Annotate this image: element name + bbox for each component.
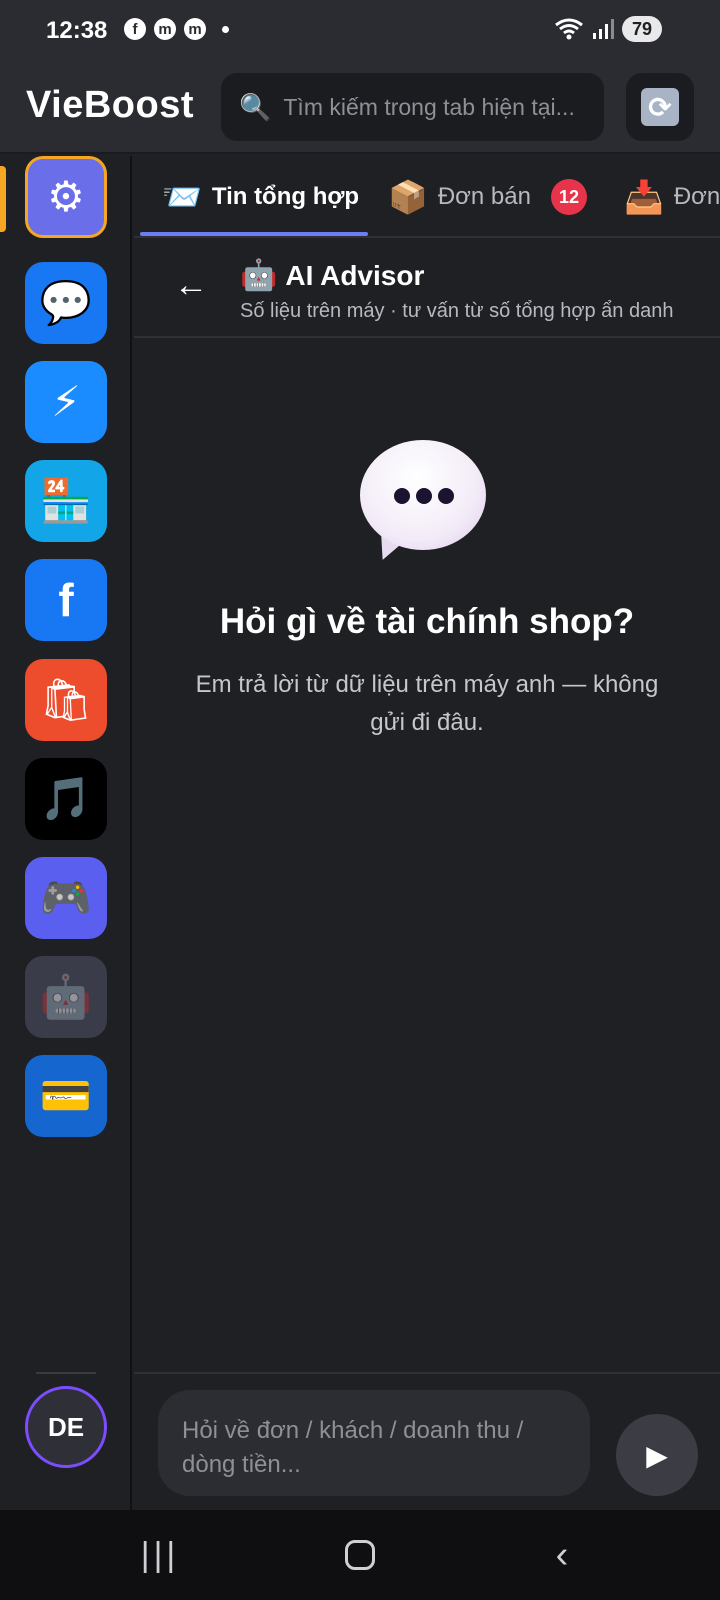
app-header: VieBoost 🔍 ⟳ xyxy=(0,58,720,154)
tab-don-ban[interactable]: 📦 Đơn bán 12 xyxy=(388,156,587,236)
signal-icon xyxy=(593,19,614,39)
sidebar-item-gamepad[interactable]: 🎮 xyxy=(25,857,107,939)
recents-icon[interactable]: ||| xyxy=(120,1528,200,1582)
music-note-icon: 🎵 xyxy=(39,775,93,822)
inbox-envelope-icon: 📨 xyxy=(162,179,202,215)
send-icon: ▶ xyxy=(646,1439,668,1471)
app-title: VieBoost xyxy=(26,84,195,126)
sidebar-item-robot[interactable]: 🤖 xyxy=(25,956,107,1038)
messenger-notification-icon: m xyxy=(154,18,176,40)
refresh-icon: ⟳ xyxy=(641,88,679,126)
back-nav-icon[interactable]: ‹ xyxy=(522,1528,602,1582)
tab-bar: 📨 Tin tổng hợp 📦 Đơn bán 12 📥 Đơn xyxy=(134,156,720,238)
search-icon: 🔍 xyxy=(239,91,272,122)
messenger-icon: 💬 xyxy=(39,279,93,326)
gamepad-icon: 🎮 xyxy=(39,874,93,921)
messenger-notification-icon-2: m xyxy=(184,18,206,40)
empty-state-description: Em trả lời từ dữ liệu trên máy anh — khô… xyxy=(195,671,659,736)
sidebar-item-hub[interactable]: ⚙ xyxy=(25,156,107,238)
credit-card-icon: 💳 xyxy=(39,1072,93,1119)
back-arrow-icon[interactable]: ← xyxy=(174,266,208,305)
empty-state: Hỏi gì về tài chính shop? Em trả lời từ … xyxy=(134,340,720,1370)
send-button[interactable]: ▶ xyxy=(616,1414,698,1496)
avatar[interactable]: DE xyxy=(25,1386,107,1468)
sidebar-item-credit-card[interactable]: 💳 xyxy=(25,1055,107,1137)
speech-bubble-icon xyxy=(360,440,490,567)
count-badge: 12 xyxy=(550,179,587,215)
advisor-header: ← 🤖 AI Advisor Số liệu trên máy · tư vấn… xyxy=(134,240,720,338)
advisor-subtitle: Số liệu trên máy · tư vấn từ số tổng hợp… xyxy=(240,300,674,322)
home-icon xyxy=(345,1540,375,1570)
home-button[interactable] xyxy=(320,1528,400,1582)
lightning-icon: ⚡ xyxy=(51,378,81,425)
tab-label: Đơn xyxy=(673,183,720,210)
wifi-icon xyxy=(555,18,583,40)
sidebar-item-music-note[interactable]: 🎵 xyxy=(25,758,107,840)
advisor-title: 🤖 AI Advisor xyxy=(240,258,424,293)
package-icon: 📦 xyxy=(388,179,428,215)
notification-icons: f m m xyxy=(124,18,229,40)
shopping-bags-icon: 🛍 xyxy=(39,676,93,723)
inbox-tray-icon: 📥 xyxy=(624,179,664,215)
battery-icon: 79 xyxy=(622,16,662,42)
active-indicator xyxy=(0,166,6,232)
sidebar-divider xyxy=(36,1372,96,1374)
refresh-button[interactable]: ⟳ xyxy=(626,73,694,141)
status-indicators: 79 xyxy=(554,16,662,42)
facebook-notification-icon: f xyxy=(124,18,146,40)
status-time: 12:38 xyxy=(46,17,108,44)
tab-label: Tin tổng hợp xyxy=(211,183,360,210)
hub-icon: ⚙ xyxy=(47,173,85,220)
store-24-icon: 🏪 xyxy=(39,477,93,524)
robot-icon: 🤖 xyxy=(39,973,93,1020)
search-box[interactable]: 🔍 xyxy=(221,73,604,141)
advisor-title-text: AI Advisor xyxy=(285,259,425,291)
tab-don-nhap[interactable]: 📥 Đơn xyxy=(624,156,720,236)
sidebar: ⚙ 💬 ⚡ 🏪 f 🛍 🎵 🎮 🤖 💳 DE xyxy=(0,156,132,1510)
status-bar: 12:38 f m m 79 xyxy=(0,0,720,58)
tab-label: Đơn bán xyxy=(437,183,531,210)
sidebar-item-store-24[interactable]: 🏪 xyxy=(25,460,107,542)
system-nav-bar: ||| ‹ xyxy=(0,1510,720,1600)
sidebar-item-lightning[interactable]: ⚡ xyxy=(25,361,107,443)
robot-icon: 🤖 xyxy=(240,259,278,292)
sidebar-item-messenger[interactable]: 💬 xyxy=(25,262,107,344)
active-tab-underline xyxy=(140,232,368,236)
search-input[interactable] xyxy=(283,93,594,121)
facebook-icon: f xyxy=(58,574,74,626)
sidebar-item-shopping-bags[interactable]: 🛍 xyxy=(25,659,107,741)
empty-state-title: Hỏi gì về tài chính shop? xyxy=(219,602,635,641)
more-notifications-dot-icon xyxy=(222,25,229,33)
tab-tin-tong-hop[interactable]: 📨 Tin tổng hợp xyxy=(162,156,360,236)
sidebar-item-facebook[interactable]: f xyxy=(25,559,107,641)
message-input[interactable] xyxy=(158,1390,590,1496)
composer: ▶ xyxy=(134,1372,720,1510)
